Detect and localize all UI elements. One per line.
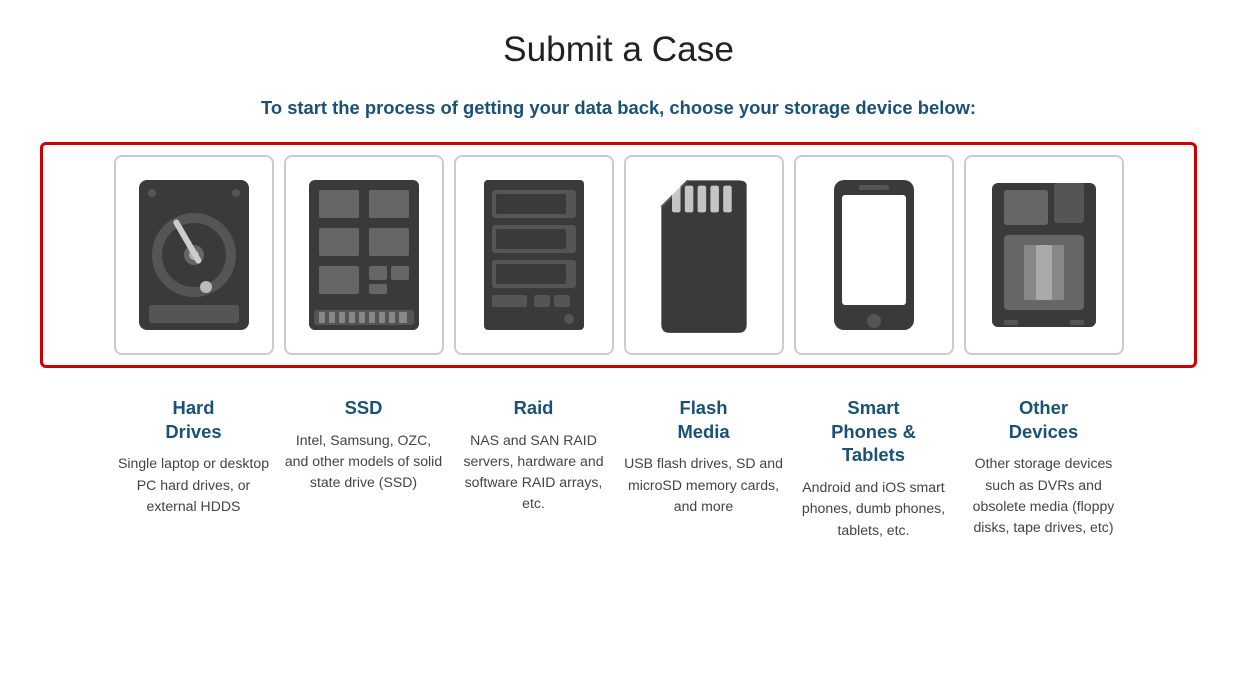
label-col-smart-phones: SmartPhones &Tablets Android and iOS sma… xyxy=(794,396,954,541)
label-col-ssd: SSD Intel, Samsung, OZC, and other model… xyxy=(284,396,444,541)
flash-media-desc: USB flash drives, SD and microSD memory … xyxy=(624,453,784,516)
page-title: Submit a Case xyxy=(40,30,1197,70)
smart-phones-desc: Android and iOS smart phones, dumb phone… xyxy=(794,477,954,540)
ssd-title: SSD xyxy=(284,396,444,420)
flash-media-icon xyxy=(644,175,764,335)
raid-icon xyxy=(474,175,594,335)
device-labels-grid: HardDrives Single laptop or desktop PC h… xyxy=(40,396,1197,541)
hard-drives-title: HardDrives xyxy=(114,396,274,444)
label-col-other-devices: OtherDevices Other storage devices such … xyxy=(964,396,1124,541)
device-card-other-devices[interactable] xyxy=(964,155,1124,355)
other-devices-title: OtherDevices xyxy=(964,396,1124,444)
raid-title: Raid xyxy=(454,396,614,420)
device-card-flash-media[interactable] xyxy=(624,155,784,355)
label-col-raid: Raid NAS and SAN RAID servers, hardware … xyxy=(454,396,614,541)
raid-desc: NAS and SAN RAID servers, hardware and s… xyxy=(454,430,614,514)
device-card-ssd[interactable] xyxy=(284,155,444,355)
page-subtitle: To start the process of getting your dat… xyxy=(40,94,1197,122)
flash-media-title: FlashMedia xyxy=(624,396,784,444)
ssd-desc: Intel, Samsung, OZC, and other models of… xyxy=(284,430,444,493)
device-card-hard-drives[interactable] xyxy=(114,155,274,355)
floppy-disk-icon xyxy=(984,175,1104,335)
other-devices-desc: Other storage devices such as DVRs and o… xyxy=(964,453,1124,537)
smart-phone-icon xyxy=(814,175,934,335)
label-col-flash-media: FlashMedia USB flash drives, SD and micr… xyxy=(624,396,784,541)
label-col-hard-drives: HardDrives Single laptop or desktop PC h… xyxy=(114,396,274,541)
hard-drives-desc: Single laptop or desktop PC hard drives,… xyxy=(114,453,274,516)
smart-phones-title: SmartPhones &Tablets xyxy=(794,396,954,468)
device-card-raid[interactable] xyxy=(454,155,614,355)
hard-drive-icon xyxy=(134,175,254,335)
device-card-smart-phones[interactable] xyxy=(794,155,954,355)
ssd-icon xyxy=(304,175,424,335)
device-icon-grid xyxy=(40,142,1197,368)
